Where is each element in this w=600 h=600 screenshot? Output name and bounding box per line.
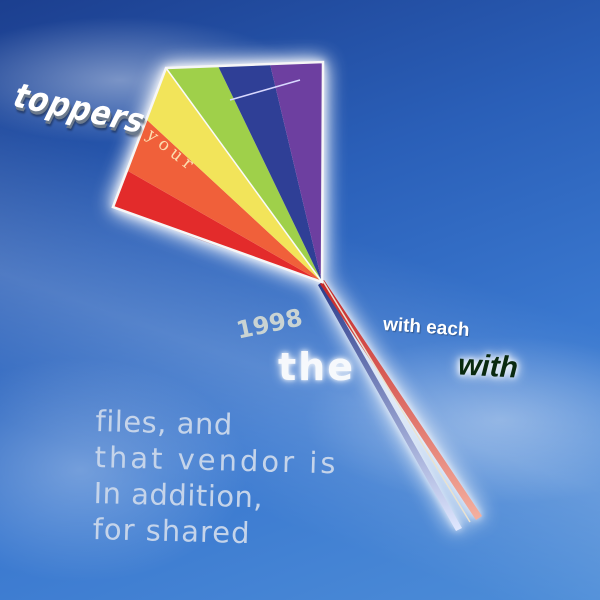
floating-word-the: the <box>278 345 355 389</box>
kite-body <box>111 60 325 284</box>
kite-photo-scene: toppers your 1998 the with each with fil… <box>0 0 600 600</box>
paragraph-line: for shared <box>92 511 251 551</box>
floating-word-with: with <box>457 348 519 385</box>
text-paragraph: files, and that vendor is In addition, f… <box>92 403 340 553</box>
